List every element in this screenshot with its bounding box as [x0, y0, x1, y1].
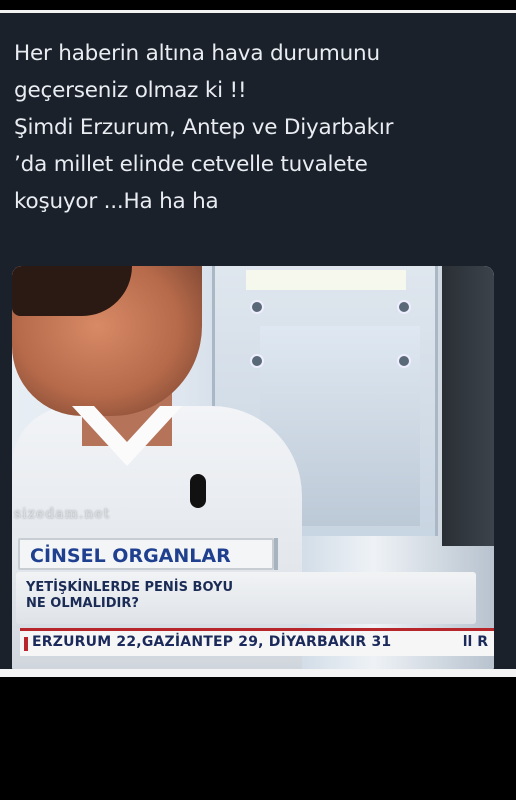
post-line-2: geçerseniz olmaz ki !!	[14, 78, 247, 103]
ticker-end-text: ll R	[462, 634, 488, 650]
post-card: Her haberin altına hava durumunu geçerse…	[0, 13, 516, 677]
topic-accent	[274, 538, 278, 570]
top-strip	[0, 0, 516, 10]
microphone-icon	[190, 474, 206, 508]
ticker-text: ERZURUM 22,GAZİANTEP 29, DİYARBAKIR 31	[32, 634, 392, 650]
post-line-1: Her haberin altına hava durumunu	[14, 41, 380, 66]
ticker-marker	[24, 637, 28, 651]
watermark: sizedam.net	[14, 506, 111, 522]
post-line-4: ’da millet elinde cetvelle tuvalete	[14, 152, 368, 177]
tv-screenshot-image: sizedam.net CİNSEL ORGANLAR YETİŞKİNLERD…	[12, 266, 494, 676]
weather-ticker: ERZURUM 22,GAZİANTEP 29, DİYARBAKIR 31 l…	[20, 628, 494, 656]
bottom-divider	[0, 669, 516, 677]
post-line-3: Şimdi Erzurum, Antep ve Diyarbakır	[14, 115, 394, 140]
post-text: Her haberin altına hava durumunu geçerse…	[14, 35, 504, 220]
lower-third: CİNSEL ORGANLAR YETİŞKİNLERDE PENİS BOYU…	[12, 536, 494, 676]
bolt-icon	[397, 300, 411, 314]
question-line-1: YETİŞKİNLERDE PENİS BOYU	[26, 580, 234, 595]
studio-light	[246, 270, 406, 290]
question-bar: YETİŞKİNLERDE PENİS BOYU NE OLMALIDIR?	[16, 572, 476, 624]
studio-dark-edge	[442, 266, 494, 546]
topic-title: CİNSEL ORGANLAR	[18, 538, 274, 570]
bolt-icon	[397, 354, 411, 368]
bolt-icon	[250, 300, 264, 314]
bolt-icon	[250, 354, 264, 368]
post-line-5: koşuyor ...Ha ha ha	[14, 189, 219, 214]
question-line-2: NE OLMALIDIR?	[26, 596, 139, 611]
